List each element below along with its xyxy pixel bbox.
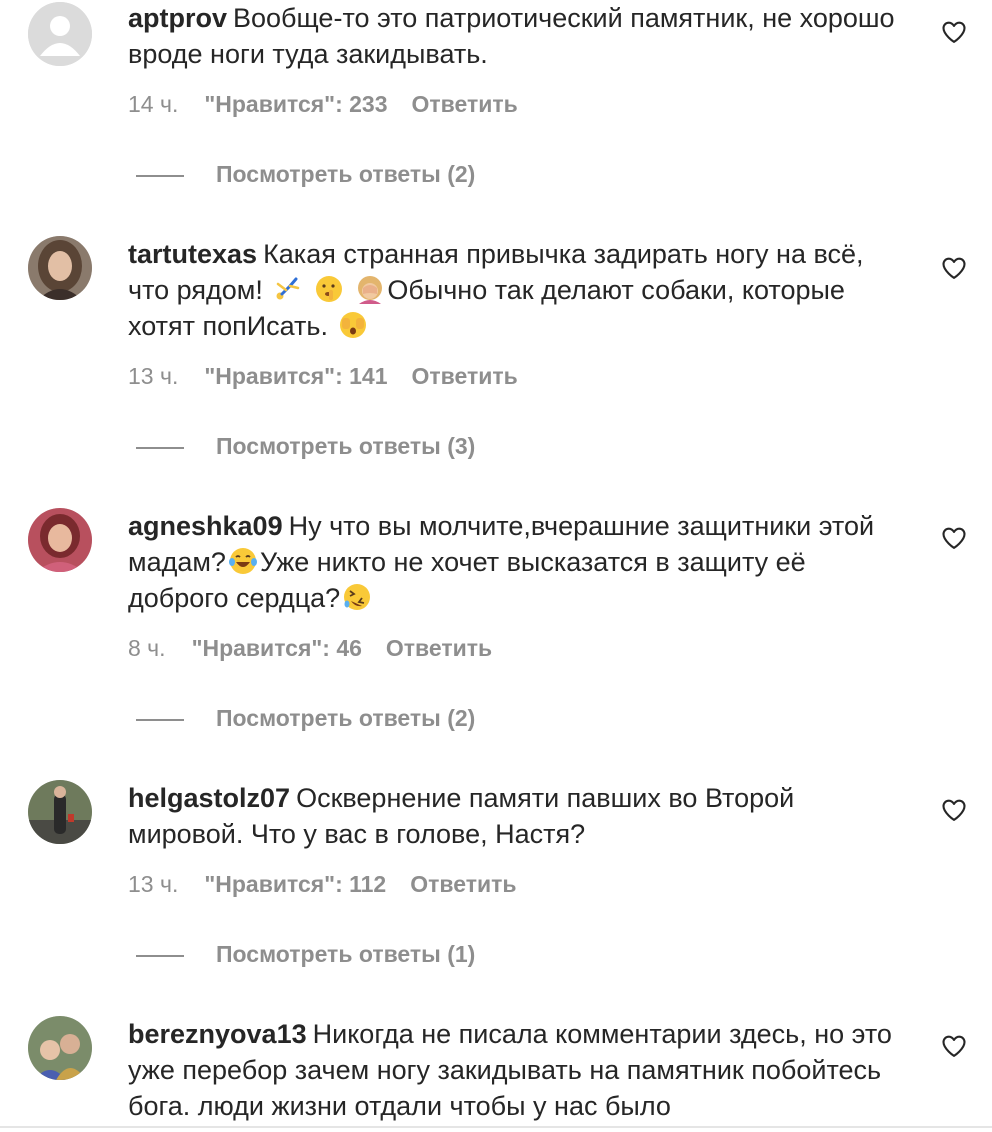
replies-divider-line [136, 446, 184, 449]
like-heart-icon[interactable] [940, 796, 968, 824]
comment-body: bereznyova13 Никогда не писала комментари… [128, 1016, 908, 1124]
view-replies-label: Посмотреть ответы (3) [216, 433, 476, 459]
replies-divider-line [136, 718, 184, 721]
avatar-bereznyova13[interactable] [28, 1016, 92, 1080]
like-heart-icon[interactable] [940, 254, 968, 282]
comment-time[interactable]: 13 ч. [128, 361, 178, 391]
face-with-hands-over-eyes-emoji [338, 310, 368, 340]
comment-text: Вообще-то это патриотический памятник, н… [128, 3, 895, 69]
reply-button[interactable]: Ответить [412, 89, 518, 119]
comment-username[interactable]: helgastolz07 [128, 783, 290, 813]
comment-username[interactable]: agneshka09 [128, 511, 283, 541]
reply-button[interactable]: Ответить [386, 633, 492, 663]
comment-likes-count[interactable]: "Нравится": 46 [192, 633, 362, 663]
comment-body: aptprov Вообще-то это патриотический памя… [128, 0, 908, 72]
view-replies-button[interactable]: Посмотреть ответы (1) [136, 939, 475, 969]
comment-meta: 13 ч. "Нравится": 141 Ответить [128, 361, 518, 391]
comment-body: helgastolz07 Осквернение памяти павших во… [128, 780, 908, 852]
comment-body: agneshka09 Ну что вы молчите,вчерашние за… [128, 511, 875, 613]
avatar-default[interactable] [28, 2, 92, 66]
rolling-laughing-emoji [342, 582, 372, 612]
like-heart-icon[interactable] [940, 1032, 968, 1060]
comment-time[interactable]: 13 ч. [128, 869, 178, 899]
comment-meta: 13 ч. "Нравится": 112 Ответить [128, 869, 517, 899]
avatar-agneshka09[interactable] [28, 508, 92, 572]
replies-divider-line [136, 174, 184, 177]
replies-divider-line [136, 954, 184, 957]
comment-likes-count[interactable]: "Нравится": 233 [204, 89, 387, 119]
gymnast-emoji [272, 274, 302, 304]
view-replies-button[interactable]: Посмотреть ответы (3) [136, 431, 475, 461]
like-heart-icon[interactable] [940, 524, 968, 552]
avatar-helgastolz07[interactable] [28, 780, 92, 844]
like-heart-icon[interactable] [940, 18, 968, 46]
comment-time[interactable]: 8 ч. [128, 633, 166, 663]
comment-meta: 14 ч. "Нравится": 233 Ответить [128, 89, 518, 119]
facepalm-emoji [355, 274, 385, 304]
reply-button[interactable]: Ответить [410, 869, 516, 899]
comment-likes-count[interactable]: "Нравится": 112 [204, 869, 386, 899]
comment-username[interactable]: aptprov [128, 3, 227, 33]
comment-meta: 8 ч. "Нравится": 46 Ответить [128, 633, 492, 663]
view-replies-label: Посмотреть ответы (2) [216, 161, 476, 187]
comment-username[interactable]: bereznyova13 [128, 1019, 307, 1049]
comment-body: tartutexas Какая странная привычка задира… [128, 239, 864, 341]
view-replies-button[interactable]: Посмотреть ответы (2) [136, 159, 475, 189]
comment-likes-count[interactable]: "Нравится": 141 [204, 361, 387, 391]
bottom-divider [0, 1126, 992, 1128]
avatar-tartutexas[interactable] [28, 236, 92, 300]
comment-time[interactable]: 14 ч. [128, 89, 178, 119]
tears-of-joy-emoji [228, 546, 258, 576]
shushing-face-emoji [314, 274, 344, 304]
comment-username[interactable]: tartutexas [128, 239, 257, 269]
reply-button[interactable]: Ответить [412, 361, 518, 391]
view-replies-label: Посмотреть ответы (1) [216, 941, 476, 967]
view-replies-button[interactable]: Посмотреть ответы (2) [136, 703, 475, 733]
view-replies-label: Посмотреть ответы (2) [216, 705, 476, 731]
